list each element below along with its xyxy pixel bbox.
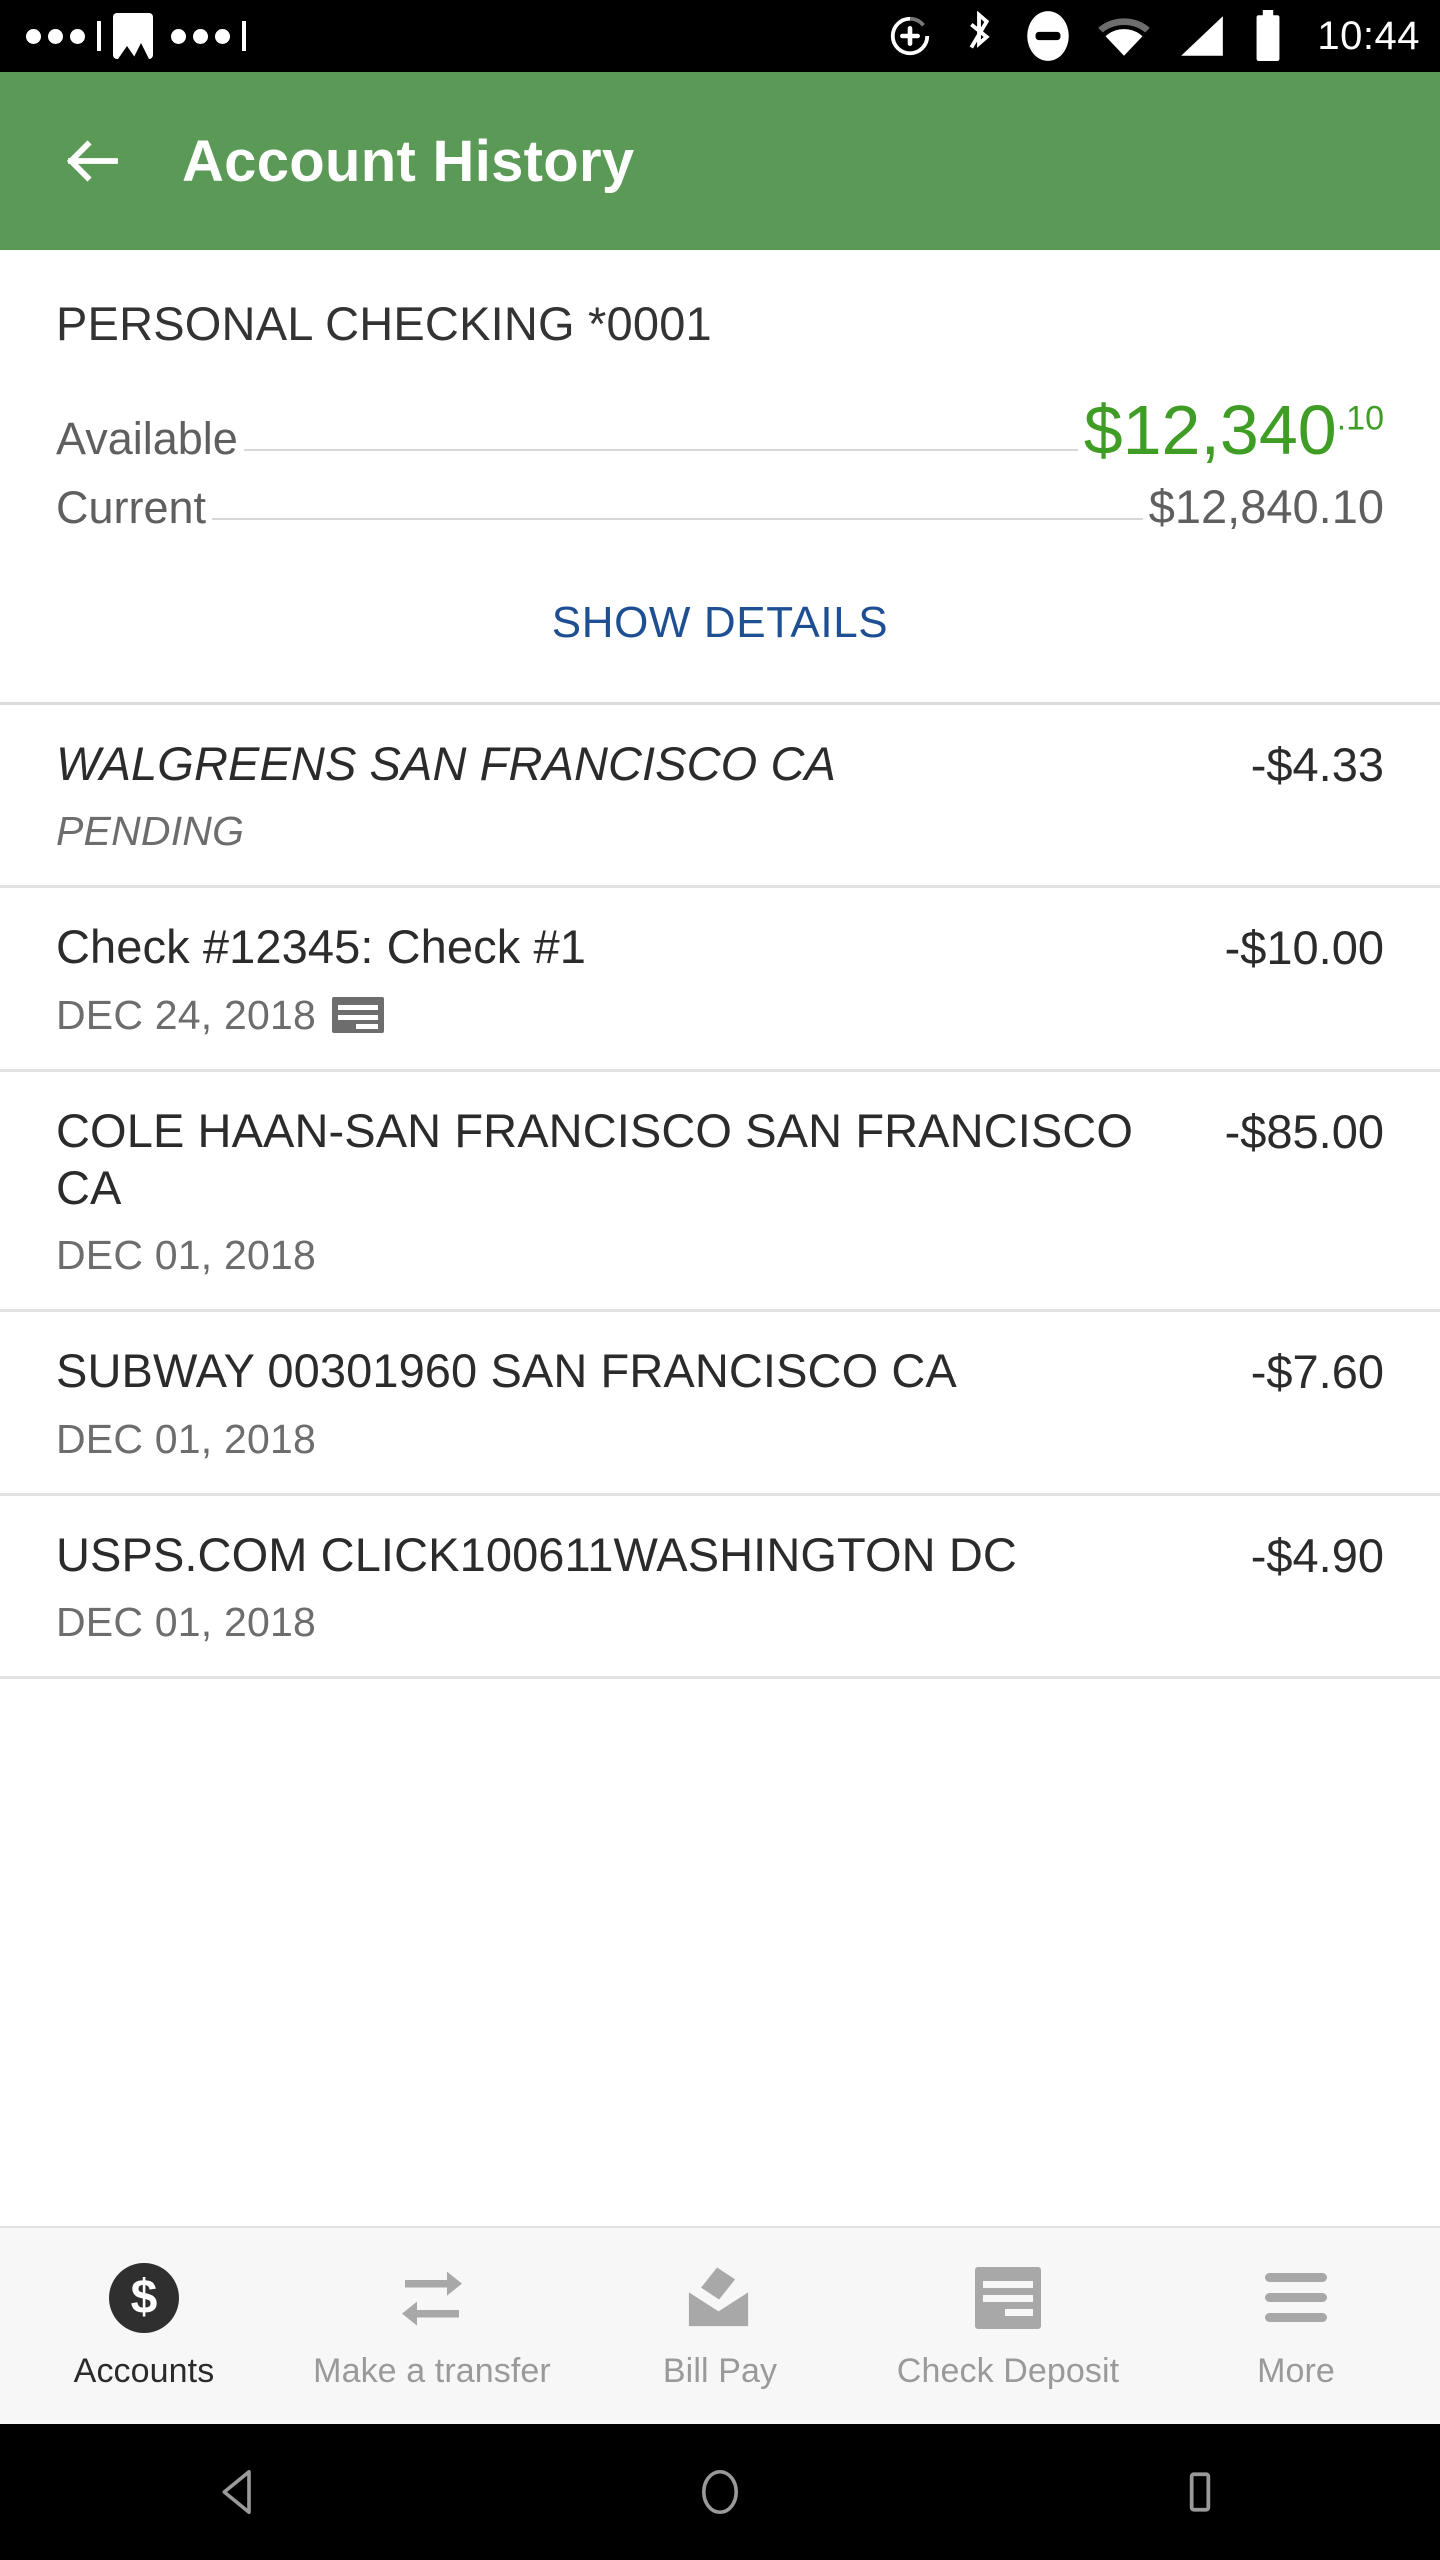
transaction-date-label: DEC 01, 2018 [56, 1415, 316, 1462]
wifi-icon [1098, 18, 1151, 56]
status-bar-left-icons [20, 13, 246, 59]
back-arrow-icon[interactable] [60, 128, 126, 194]
tab-label-more: More [1257, 2351, 1335, 2390]
nav-recents-square-icon [1189, 2472, 1211, 2512]
transaction-status: PENDING [56, 808, 1154, 855]
tab-label-accounts: Accounts [73, 2351, 215, 2390]
current-balance-row: Current $12,840.10 [56, 479, 1384, 534]
tab-make-a-transfer[interactable]: Make a transfer [288, 2228, 576, 2424]
tab-check-deposit[interactable]: Check Deposit [864, 2228, 1152, 2424]
nav-home-button[interactable] [655, 2424, 785, 2560]
cellular-signal-icon [1181, 16, 1224, 56]
transaction-amount: -$4.33 [1250, 738, 1384, 791]
tab-bill-pay[interactable]: Bill Pay [576, 2228, 864, 2424]
app-bar: Account History [0, 72, 1440, 250]
table-row[interactable]: Check #12345: Check #1 DEC 24, 2018 -$10… [0, 888, 1440, 1068]
tab-icon-wrap [1265, 2262, 1327, 2334]
transaction-description: COLE HAAN-SAN FRANCISCO SAN FRANCISCO CA [56, 1103, 1134, 1214]
available-amount-main: $12,340 [1083, 391, 1337, 469]
nav-recents-button[interactable] [1135, 2424, 1265, 2560]
do-not-disturb-icon [1027, 11, 1070, 61]
android-navigation-bar [0, 2424, 1440, 2560]
current-label: Current [56, 482, 207, 533]
transaction-info: WALGREENS SAN FRANCISCO CA PENDING [56, 735, 1176, 855]
tab-icon-wrap [396, 2262, 468, 2334]
status-bar-right-icons: 10:44 [887, 9, 1420, 63]
show-details-container: SHOW DETAILS [56, 546, 1384, 702]
tab-label-bill-pay: Bill Pay [662, 2351, 778, 2390]
transaction-description: WALGREENS SAN FRANCISCO CA [56, 737, 836, 790]
tab-icon-wrap [975, 2262, 1041, 2334]
more-dots-icon [171, 28, 230, 44]
transfer-arrows-icon [402, 2271, 462, 2326]
transaction-amount: -$4.90 [1250, 1528, 1384, 1582]
nav-back-triangle-icon [222, 2469, 251, 2515]
transaction-date: DEC 01, 2018 [56, 1599, 1154, 1646]
current-amount: $12,840.10 [1148, 480, 1384, 533]
transaction-description: USPS.COM CLICK100611WASHINGTON DC [56, 1527, 1017, 1581]
show-details-button[interactable]: SHOW DETAILS [552, 598, 888, 648]
table-row[interactable]: WALGREENS SAN FRANCISCO CA PENDING -$4.3… [0, 705, 1440, 885]
available-label: Available [56, 413, 238, 464]
row-divider [0, 1675, 1440, 1679]
account-name: PERSONAL CHECKING *0001 [56, 297, 712, 350]
bottom-tab-bar: $ Accounts Make a transfer Bill Pay Chec… [0, 2226, 1440, 2424]
envelope-icon [688, 2267, 749, 2326]
transaction-description: SUBWAY 00301960 SAN FRANCISCO CA [56, 1344, 957, 1398]
more-dots-icon [26, 28, 85, 44]
table-row[interactable]: USPS.COM CLICK100611WASHINGTON DC DEC 01… [0, 1496, 1440, 1676]
sync-add-icon [891, 16, 930, 56]
check-icon [975, 2266, 1041, 2329]
transaction-date: DEC 24, 2018 [56, 992, 1154, 1039]
notification-divider [242, 21, 246, 51]
phone-screen: 10:44 Account History PERSONAL CHECKING … [0, 0, 1440, 2560]
status-bar: 10:44 [0, 0, 1440, 72]
hamburger-icon [1265, 2273, 1327, 2322]
nav-home-circle-icon [702, 2469, 738, 2515]
transaction-status-label: PENDING [56, 808, 245, 855]
transaction-amount: -$7.60 [1250, 1345, 1384, 1399]
tab-label-make-a-transfer: Make a transfer [313, 2351, 551, 2390]
bluetooth-icon [970, 11, 991, 49]
transaction-date: DEC 01, 2018 [56, 1232, 1154, 1279]
transaction-description: Check #12345: Check #1 [56, 920, 586, 974]
check-image-icon[interactable] [331, 997, 384, 1034]
tab-label-check-deposit: Check Deposit [896, 2351, 1120, 2390]
notification-divider [97, 21, 101, 51]
transaction-info: COLE HAAN-SAN FRANCISCO SAN FRANCISCO CA… [56, 1102, 1176, 1280]
account-history-content: PERSONAL CHECKING *0001 Available $12,34… [0, 250, 1440, 2226]
transaction-date-label: DEC 01, 2018 [56, 1232, 316, 1279]
available-balance-row: Available $12,340.10 [56, 395, 1384, 465]
table-row[interactable]: SUBWAY 00301960 SAN FRANCISCO CA DEC 01,… [0, 1312, 1440, 1492]
available-amount-cents: .10 [1336, 399, 1384, 438]
tab-icon-wrap: $ [109, 2262, 179, 2334]
available-leader-line [243, 449, 1078, 451]
current-leader-line [212, 518, 1143, 520]
tab-accounts[interactable]: $ Accounts [0, 2228, 288, 2424]
transaction-amount: -$10.00 [1224, 921, 1384, 975]
transaction-amount: -$85.00 [1224, 1104, 1384, 1158]
tab-icon-wrap [683, 2262, 757, 2334]
dollar-circle-icon: $ [109, 2262, 179, 2333]
status-bar-clock: 10:44 [1317, 13, 1420, 58]
battery-icon [1256, 10, 1280, 61]
tab-more[interactable]: More [1152, 2228, 1440, 2424]
transaction-date-label: DEC 24, 2018 [56, 991, 316, 1038]
table-row[interactable]: COLE HAAN-SAN FRANCISCO SAN FRANCISCO CA… [0, 1072, 1440, 1310]
page-title: Account History [182, 128, 635, 194]
transaction-info: Check #12345: Check #1 DEC 24, 2018 [56, 918, 1176, 1038]
transaction-info: USPS.COM CLICK100611WASHINGTON DC DEC 01… [56, 1526, 1176, 1646]
transaction-date-label: DEC 01, 2018 [56, 1598, 316, 1645]
transaction-info: SUBWAY 00301960 SAN FRANCISCO CA DEC 01,… [56, 1342, 1176, 1462]
account-summary: PERSONAL CHECKING *0001 Available $12,34… [0, 250, 1440, 702]
image-icon [113, 13, 153, 59]
nav-back-button[interactable] [175, 2424, 305, 2560]
transaction-date: DEC 01, 2018 [56, 1416, 1154, 1463]
available-amount: $12,340.10 [1084, 395, 1384, 465]
